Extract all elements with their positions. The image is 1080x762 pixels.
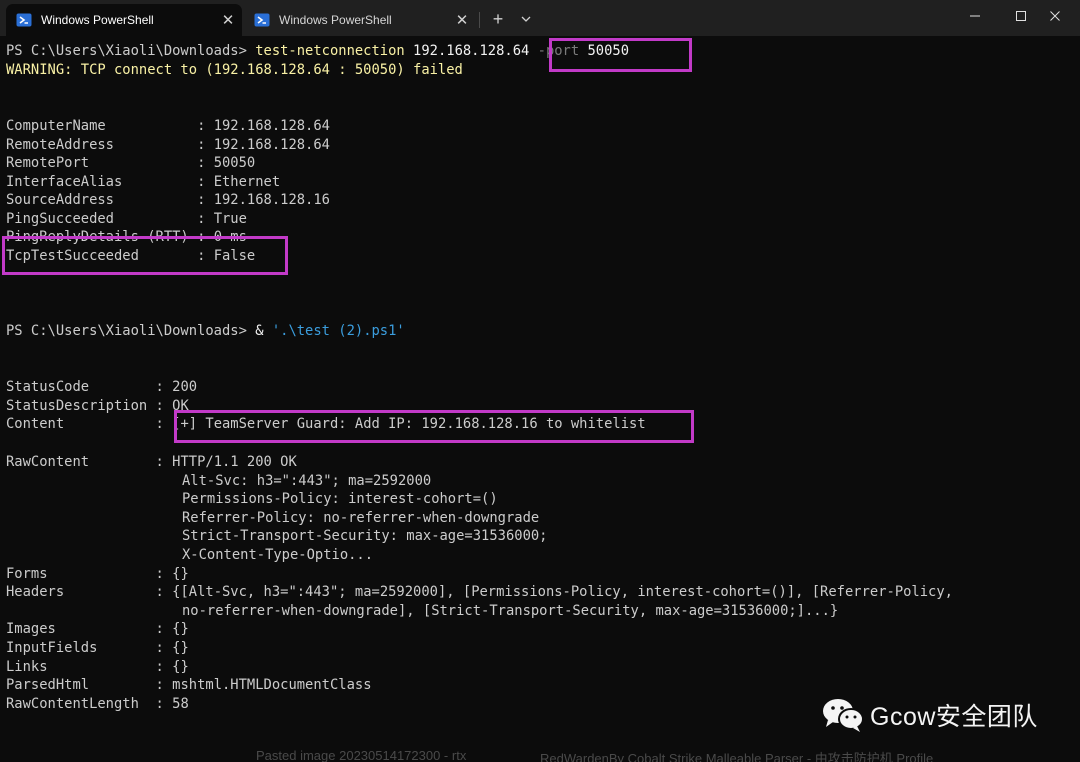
command: test-netconnection [255, 43, 405, 59]
tab-dropdown-button[interactable] [514, 6, 538, 32]
terminal-output[interactable]: PS C:\Users\Xiaoli\Downloads> test-netco… [6, 42, 1076, 732]
command-argument: 192.168.128.64 [404, 43, 538, 59]
result-line: ComputerName : 192.168.128.64 [6, 118, 330, 134]
title-bar: Windows PowerShell ✕ Windows PowerShell … [0, 0, 1080, 36]
tab-separator [479, 12, 480, 28]
continuation-line: X-Content-Type-Optio... [182, 547, 374, 563]
close-icon [1050, 11, 1060, 21]
highlight-box-port [549, 38, 692, 72]
continuation-line: Permissions-Policy: interest-cohort=() [182, 491, 498, 507]
command-line-2: PS C:\Users\Xiaoli\Downloads> & '.\test … [6, 322, 405, 340]
result-line: RawContent : HTTP/1.1 200 OK [6, 454, 297, 470]
underlying-page-strip: Pasted image 20230514172300 - rtx RedWar… [0, 740, 1080, 762]
tab-title: Windows PowerShell [279, 13, 392, 27]
call-operator: & [255, 323, 272, 339]
tab-powershell-2[interactable]: Windows PowerShell ✕ [244, 4, 476, 36]
new-tab-button[interactable]: + [486, 6, 510, 32]
command-line-1: PS C:\Users\Xiaoli\Downloads> test-netco… [6, 42, 629, 60]
powershell-icon [16, 13, 32, 27]
script-path: '.\test (2).ps1' [271, 323, 405, 339]
chevron-down-icon [521, 16, 531, 22]
minimize-button[interactable] [950, 0, 1000, 32]
result-line: Headers : {[Alt-Svc, h3=":443"; ma=25920… [6, 584, 953, 600]
highlight-box-tcp-test [2, 236, 288, 275]
continuation-line: Strict-Transport-Security: max-age=31536… [182, 528, 548, 544]
wechat-icon [823, 699, 864, 732]
result-line: StatusCode : 200 [6, 379, 198, 395]
powershell-icon [254, 13, 270, 27]
result-line: Images : {} [6, 621, 189, 637]
continuation-line: Alt-Svc: h3=":443"; ma=2592000 [182, 472, 432, 489]
close-icon[interactable]: ✕ [214, 11, 242, 29]
result-line: RemoteAddress : 192.168.128.64 [6, 136, 330, 153]
result-line: Links : {} [6, 658, 189, 675]
result-line: StatusDescription : OK [6, 397, 189, 414]
result-line: RawContentLength : 58 [6, 695, 189, 712]
result-line: RemotePort : 50050 [6, 155, 256, 171]
underlying-text: Pasted image 20230514172300 - rtx [256, 748, 467, 762]
result-line: InterfaceAlias : Ethernet [6, 173, 281, 190]
highlight-box-content [174, 410, 694, 443]
close-icon[interactable]: ✕ [448, 11, 476, 29]
prompt: PS C:\Users\Xiaoli\Downloads> [6, 43, 256, 59]
close-window-button[interactable] [1030, 0, 1080, 32]
tab-title: Windows PowerShell [41, 13, 154, 27]
minimize-icon [970, 15, 980, 17]
maximize-icon [1016, 11, 1026, 21]
result-line: Forms : {} [6, 565, 189, 582]
result-line: InputFields : {} [6, 640, 189, 656]
result-line: SourceAddress : 192.168.128.16 [6, 192, 330, 208]
result-line: PingSucceeded : True [6, 210, 247, 227]
continuation-line: Referrer-Policy: no-referrer-when-downgr… [182, 509, 540, 526]
continuation-line: no-referrer-when-downgrade], [Strict-Tra… [182, 602, 839, 619]
watermark: Gcow安全团队 [820, 696, 1038, 734]
underlying-text: RedWardenBy Cobalt Strike Malleable Pars… [540, 751, 934, 762]
warning-line: WARNING: TCP connect to (192.168.128.64 … [6, 62, 463, 78]
prompt: PS C:\Users\Xiaoli\Downloads> [6, 323, 256, 339]
result-line: ParsedHtml : mshtml.HTMLDocumentClass [6, 677, 372, 693]
watermark-text: Gcow安全团队 [870, 703, 1038, 731]
tab-powershell-1[interactable]: Windows PowerShell ✕ [6, 4, 242, 36]
